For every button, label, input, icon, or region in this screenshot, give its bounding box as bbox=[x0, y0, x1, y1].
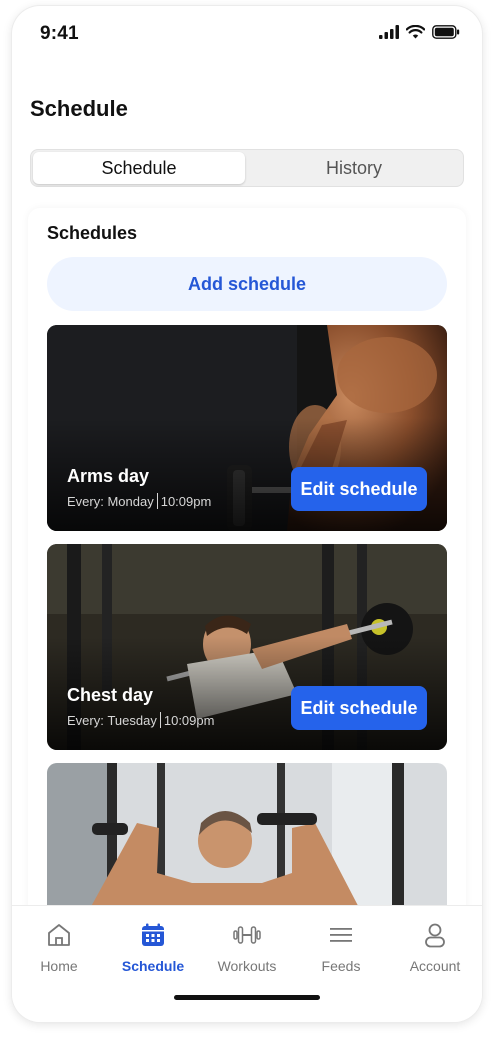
schedule-card[interactable]: Arms day Every: Monday 10:09pm Edit sche… bbox=[47, 325, 447, 531]
every-label: Every: bbox=[67, 712, 104, 728]
tab-label: Account bbox=[409, 958, 461, 974]
menu-lines-icon bbox=[330, 928, 352, 942]
tab-account[interactable]: Account bbox=[388, 918, 482, 974]
tab-schedule-nav[interactable]: Schedule bbox=[106, 918, 200, 974]
tab-feeds[interactable]: Feeds bbox=[294, 918, 388, 974]
dumbbell-icon bbox=[233, 926, 261, 944]
schedule-card[interactable]: Chest day Every: Tuesday 10:09pm Edit sc… bbox=[47, 544, 447, 750]
status-time: 9:41 bbox=[40, 23, 79, 44]
signal-icon bbox=[379, 25, 399, 39]
page-title: Schedule bbox=[30, 96, 128, 121]
status-bar: 9:41 bbox=[12, 6, 482, 66]
edit-schedule-button[interactable]: Edit schedule bbox=[291, 686, 427, 730]
tab-history[interactable]: History bbox=[247, 152, 461, 184]
schedule-name: Chest day bbox=[67, 685, 154, 705]
schedule-recurrence: Every: Monday 10:09pm bbox=[67, 493, 211, 509]
schedule-time: 10:09pm bbox=[163, 712, 215, 728]
edit-schedule-button[interactable]: Edit schedule bbox=[291, 467, 427, 511]
tab-label: Feeds bbox=[321, 958, 361, 974]
schedule-day: Tuesday bbox=[107, 712, 157, 728]
tab-schedule[interactable]: Schedule bbox=[33, 152, 245, 184]
every-label: Every: bbox=[67, 493, 104, 509]
bottom-tab-bar: Home Schedule Workouts Feeds Account bbox=[12, 905, 482, 1022]
schedule-recurrence: Every: Tuesday 10:09pm bbox=[67, 712, 214, 728]
divider bbox=[159, 712, 161, 728]
phone-frame: 9:41 Schedule Schedule History Schedules… bbox=[12, 6, 482, 1022]
tab-home[interactable]: Home bbox=[12, 918, 106, 974]
tab-label: Home bbox=[40, 958, 78, 974]
tab-label: Workouts bbox=[217, 958, 277, 974]
add-schedule-button[interactable]: Add schedule bbox=[47, 257, 447, 311]
user-icon bbox=[425, 923, 445, 948]
schedule-day: Monday bbox=[107, 493, 154, 509]
schedules-heading: Schedules bbox=[47, 223, 138, 243]
schedule-card[interactable] bbox=[47, 763, 447, 923]
schedule-name: Arms day bbox=[67, 466, 150, 486]
back-workout-image bbox=[47, 763, 447, 923]
home-indicator bbox=[174, 995, 320, 1000]
divider bbox=[156, 493, 158, 509]
wifi-icon bbox=[406, 25, 425, 39]
tab-label: Schedule bbox=[121, 958, 185, 974]
schedule-time: 10:09pm bbox=[160, 493, 212, 509]
tab-workouts[interactable]: Workouts bbox=[200, 918, 294, 974]
status-icons bbox=[379, 25, 460, 39]
home-icon bbox=[48, 924, 70, 946]
segmented-control: Schedule History bbox=[30, 149, 464, 187]
battery-icon bbox=[432, 25, 460, 39]
calendar-icon bbox=[142, 923, 164, 946]
